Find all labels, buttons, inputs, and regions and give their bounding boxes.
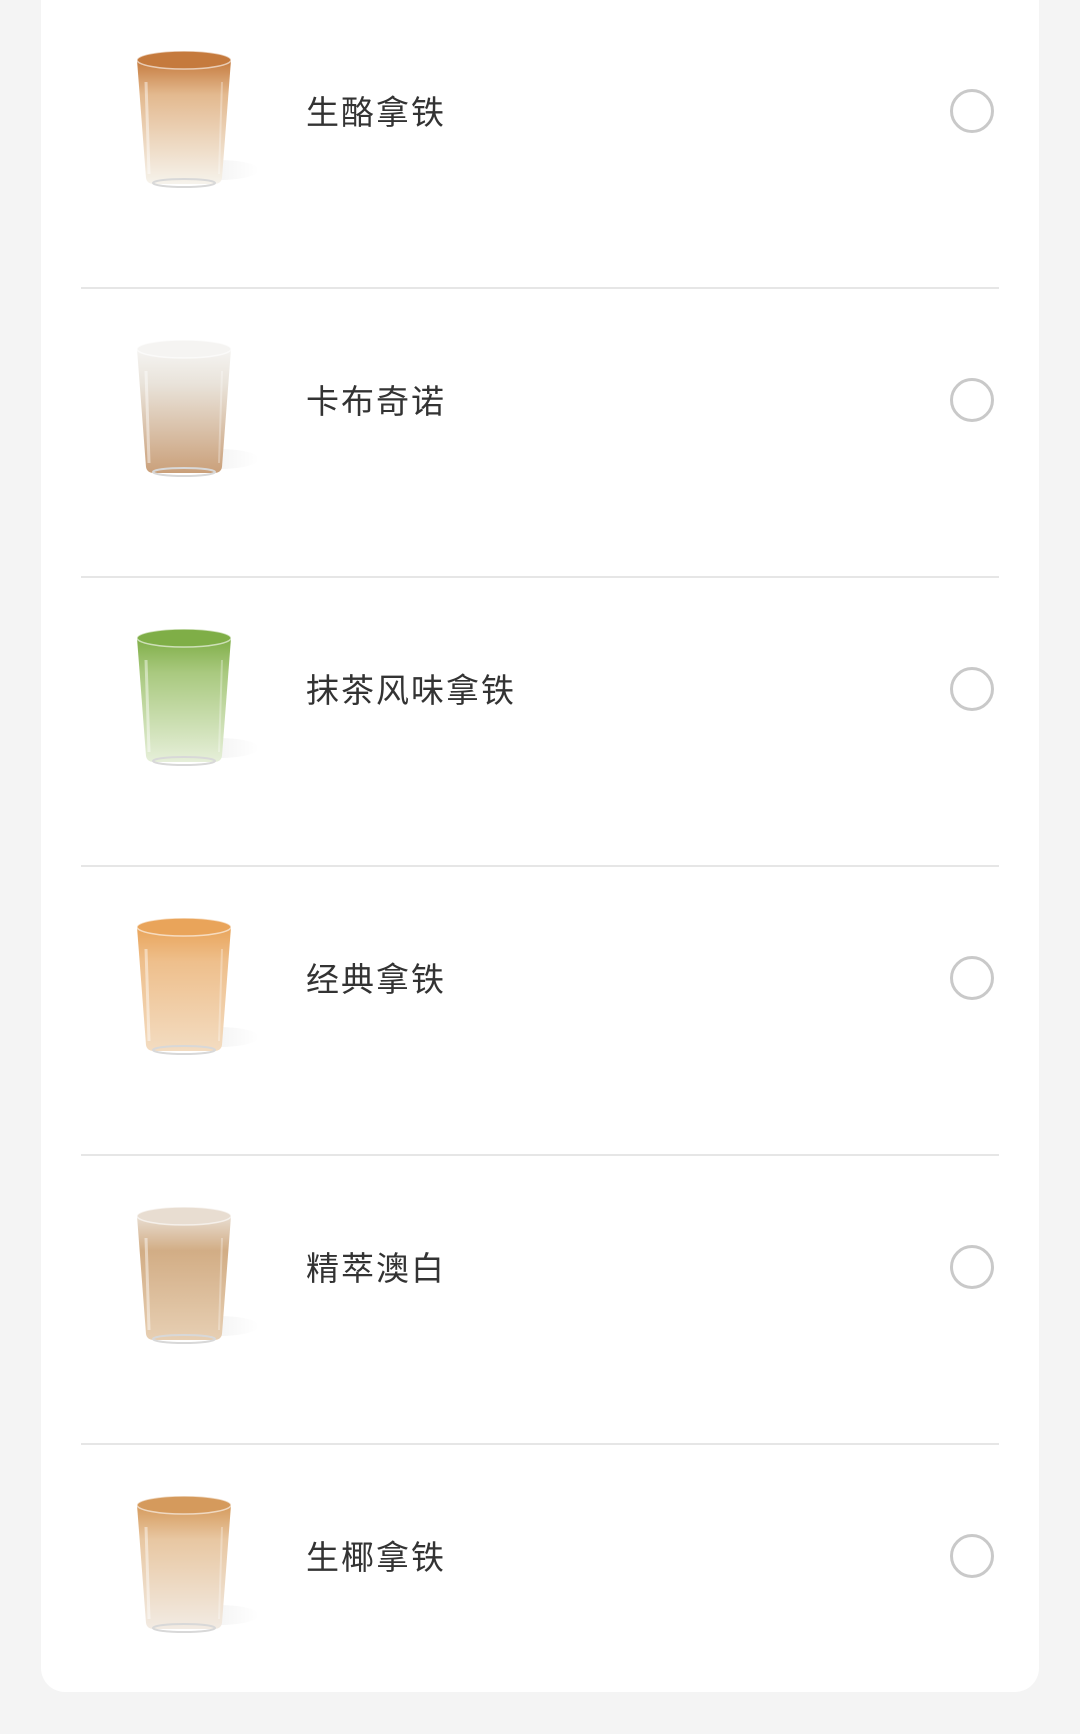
cheese-latte-cup-icon [136,50,259,188]
drink-name: 经典拿铁 [306,960,446,999]
select-radio[interactable] [950,1534,994,1578]
matcha-latte-cup-icon [136,628,259,766]
select-radio[interactable] [950,1245,994,1289]
drink-option-coconut-latte[interactable]: 生椰拿铁 [41,1445,1039,1734]
drink-option-cheese-latte[interactable]: 生酪拿铁 [41,0,1039,289]
select-radio[interactable] [950,378,994,422]
drink-name: 生酪拿铁 [306,93,446,132]
flat-white-cup-icon [136,1206,259,1344]
drink-name: 卡布奇诺 [306,382,446,421]
select-radio[interactable] [950,956,994,1000]
coconut-latte-cup-icon [136,1495,259,1633]
select-radio[interactable] [950,89,994,133]
drink-name: 抹茶风味拿铁 [306,671,516,710]
cappuccino-cup-icon [136,339,259,477]
drink-option-matcha-latte[interactable]: 抹茶风味拿铁 [41,578,1039,867]
drink-option-flat-white[interactable]: 精萃澳白 [41,1156,1039,1445]
drink-name: 精萃澳白 [306,1249,446,1288]
classic-latte-cup-icon [136,917,259,1055]
drink-name: 生椰拿铁 [306,1538,446,1577]
drink-option-cappuccino[interactable]: 卡布奇诺 [41,289,1039,578]
drink-list-card: 生酪拿铁 卡布奇诺 抹茶风味拿铁 经典拿铁 精萃澳白 生椰拿铁 [41,0,1039,1692]
drink-option-classic-latte[interactable]: 经典拿铁 [41,867,1039,1156]
select-radio[interactable] [950,667,994,711]
